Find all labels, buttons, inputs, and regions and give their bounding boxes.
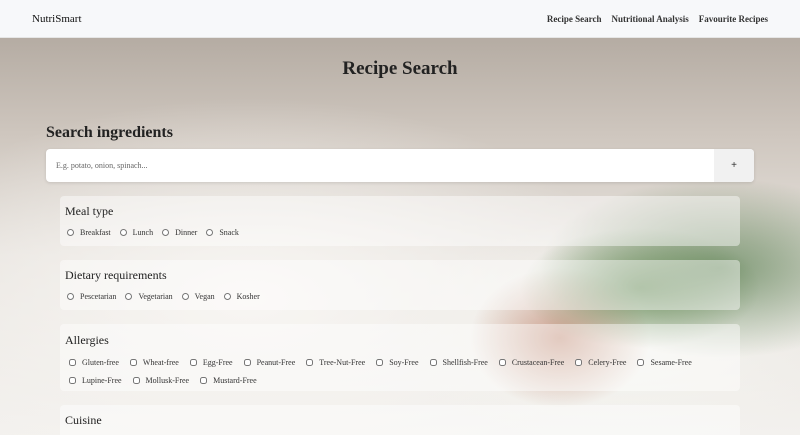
allergy-option-gluten-free[interactable]: Gluten-free [65,358,119,367]
option-label: Soy-Free [389,358,419,367]
meal-radio[interactable] [119,229,127,236]
option-label: Breakfast [80,228,111,237]
ingredient-search-bar: + [46,149,754,182]
brand-logo[interactable]: NutriSmart [32,13,82,25]
cuisine-title: Cuisine [65,413,102,427]
option-label: Mustard-Free [213,376,257,385]
allergy-option-soy-free[interactable]: Soy-Free [372,358,419,367]
allergy-checkbox[interactable] [575,359,583,366]
meal-radio[interactable] [162,229,170,236]
allergy-checkbox[interactable] [69,359,76,366]
allergy-checkbox[interactable] [200,377,208,384]
meal-option-dinner[interactable]: Dinner [160,228,197,237]
meal-radio[interactable] [67,229,74,236]
dietary-title: Dietary requirements [65,268,167,282]
allergy-options: Gluten-free Wheat-free Egg-Free Peanut-F… [65,358,735,385]
option-label: Tree-Nut-Free [319,358,366,367]
allergy-option-shellfish-free[interactable]: Shellfish-Free [426,358,488,367]
diet-radio[interactable] [125,293,133,300]
diet-radio[interactable] [223,293,231,300]
cuisine-card: Cuisine [60,405,740,435]
allergy-checkbox[interactable] [132,377,140,384]
allergy-option-egg-free[interactable]: Egg-Free [186,358,233,367]
option-label: Kosher [236,292,260,301]
allergy-option-celery-free[interactable]: Celery-Free [571,358,626,367]
diet-option-pescetarian[interactable]: Pescetarian [65,292,116,301]
allergy-option-wheat-free[interactable]: Wheat-free [126,358,179,367]
nav-link-favourite-recipes[interactable]: Favourite Recipes [699,14,768,24]
allergy-checkbox[interactable] [498,359,506,366]
allergy-checkbox[interactable] [129,359,137,366]
allergy-checkbox[interactable] [69,377,76,384]
allergy-checkbox[interactable] [429,359,437,366]
allergy-option-mustard-free[interactable]: Mustard-Free [196,376,257,385]
add-ingredient-button[interactable]: + [714,149,754,182]
diet-option-kosher[interactable]: Kosher [222,292,260,301]
option-label: Wheat-free [142,358,179,367]
meal-type-card: Meal type Breakfast Lunch Dinner Snack [60,196,740,246]
allergies-title: Allergies [65,333,109,347]
nav-link-nutritional-analysis[interactable]: Nutritional Analysis [612,14,689,24]
allergy-option-mollusk-free[interactable]: Mollusk-Free [129,376,190,385]
option-label: Vegan [194,292,215,301]
option-label: Lunch [132,228,154,237]
diet-option-vegan[interactable]: Vegan [180,292,215,301]
nav-link-recipe-search[interactable]: Recipe Search [547,14,602,24]
meal-option-snack[interactable]: Snack [204,228,239,237]
meal-type-title: Meal type [65,204,114,218]
option-label: Sesame-Free [650,358,692,367]
allergies-card: Allergies Gluten-free Wheat-free Egg-Fre… [60,324,740,391]
allergy-checkbox[interactable] [189,359,197,366]
allergy-option-tree-nut-free[interactable]: Tree-Nut-Free [302,358,365,367]
option-label: Dinner [175,228,198,237]
option-label: Gluten-free [82,358,119,367]
allergy-option-sesame-free[interactable]: Sesame-Free [633,358,692,367]
nav-links: Recipe Search Nutritional Analysis Favou… [547,14,768,24]
option-label: Lupine-Free [82,376,122,385]
meal-radio[interactable] [206,229,214,236]
option-label: Crustacean-Free [511,358,565,367]
option-label: Egg-Free [202,358,233,367]
option-label: Vegetarian [138,292,173,301]
option-label: Shellfish-Free [442,358,488,367]
meal-type-options: Breakfast Lunch Dinner Snack [65,228,735,237]
option-label: Celery-Free [588,358,627,367]
meal-option-lunch[interactable]: Lunch [118,228,153,237]
option-label: Mollusk-Free [145,376,190,385]
allergy-option-crustacean-free[interactable]: Crustacean-Free [495,358,564,367]
dietary-requirements-card: Dietary requirements Pescetarian Vegetar… [60,260,740,310]
ingredient-search-input[interactable] [46,149,714,182]
meal-option-breakfast[interactable]: Breakfast [65,228,111,237]
search-heading: Search ingredients [46,124,173,141]
allergy-checkbox[interactable] [243,359,251,366]
allergy-option-peanut-free[interactable]: Peanut-Free [240,358,296,367]
option-label: Peanut-Free [256,358,296,367]
allergy-checkbox[interactable] [376,359,384,366]
allergy-option-lupine-free[interactable]: Lupine-Free [65,376,122,385]
diet-radio[interactable] [181,293,189,300]
dietary-options: Pescetarian Vegetarian Vegan Kosher [65,292,735,301]
allergy-checkbox[interactable] [306,359,314,366]
diet-option-vegetarian[interactable]: Vegetarian [123,292,173,301]
option-label: Pescetarian [80,292,117,301]
option-label: Snack [219,228,239,237]
navbar: NutriSmart Recipe Search Nutritional Ana… [0,0,800,38]
page-title: Recipe Search [342,58,458,79]
diet-radio[interactable] [67,293,74,300]
allergy-checkbox[interactable] [637,359,645,366]
